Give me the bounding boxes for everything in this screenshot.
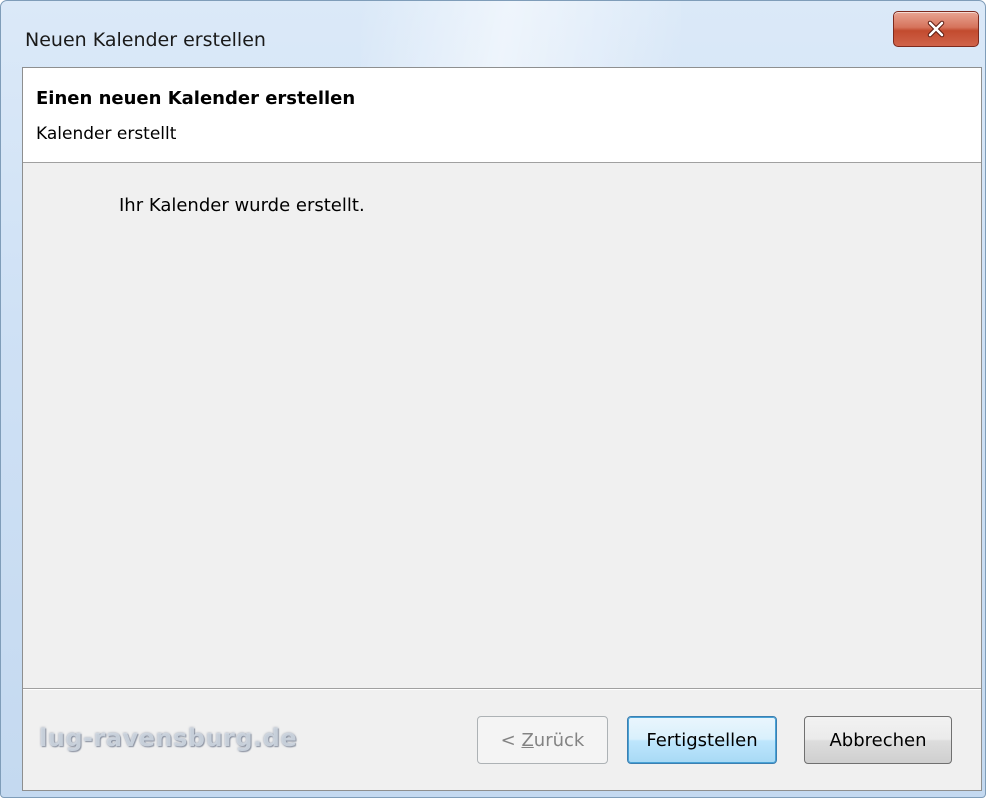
wizard-header: Einen neuen Kalender erstellen Kalender … [23,68,981,163]
dialog-window: Neuen Kalender erstellen Einen neuen Kal… [0,0,986,798]
title-bar[interactable]: Neuen Kalender erstellen [1,1,985,67]
back-button-label-rest: urück [533,729,585,751]
cancel-button[interactable]: Abbrechen [804,716,952,764]
wizard-client-area: Einen neuen Kalender erstellen Kalender … [22,67,982,791]
close-icon [926,20,946,38]
footer-divider [23,688,981,690]
window-title: Neuen Kalender erstellen [25,29,266,51]
wizard-step-subtitle: Kalender erstellt [36,124,177,144]
wizard-step-title: Einen neuen Kalender erstellen [36,88,356,109]
back-button[interactable]: < Zurück [477,716,608,764]
finish-button[interactable]: Fertigstellen [627,716,777,764]
success-message: Ihr Kalender wurde erstellt. [119,195,365,216]
back-button-mnemonic: Z [521,729,534,751]
watermark: lug-ravensburg.de [39,724,298,752]
back-button-prefix: < [500,729,522,751]
close-button[interactable] [893,11,979,47]
